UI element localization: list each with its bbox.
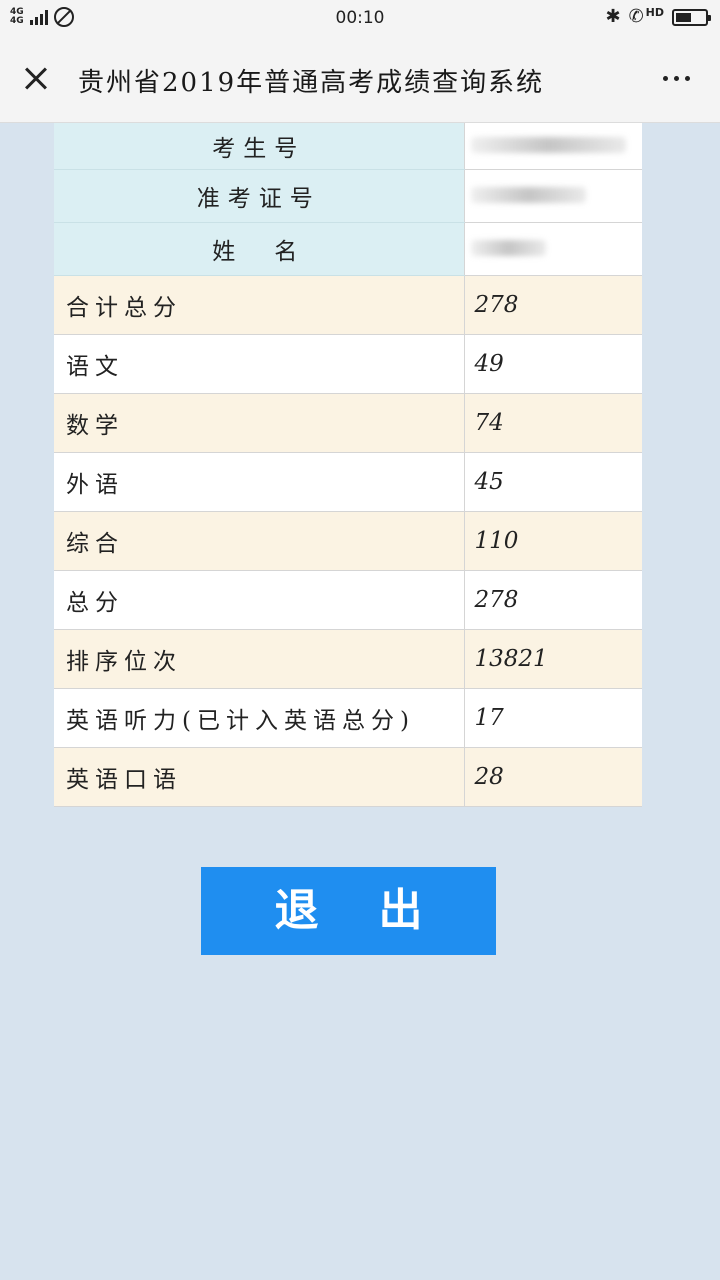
score-row: 英语听力(已计入英语总分) 17 xyxy=(54,688,642,748)
score-value: 49 xyxy=(463,334,642,394)
score-row: 数学 74 xyxy=(54,393,642,453)
score-value: 110 xyxy=(463,511,642,571)
score-table: 考生号 准考证号 姓 名 合计总分 278 语文 49 数学 74 外语 45 … xyxy=(54,123,642,807)
score-label: 语文 xyxy=(54,334,464,394)
score-label: 英语听力(已计入英语总分) xyxy=(54,688,464,748)
score-label: 总分 xyxy=(54,570,464,630)
title-bar: 贵州省2019年普通高考成绩查询系统 xyxy=(0,36,720,123)
score-row: 总分 278 xyxy=(54,570,642,630)
masked-value xyxy=(470,136,626,153)
score-row: 外语 45 xyxy=(54,452,642,512)
score-label: 综合 xyxy=(54,511,464,571)
info-row-admission-number: 准考证号 xyxy=(54,169,642,223)
info-row-candidate-number: 考生号 xyxy=(54,123,642,170)
score-value: 28 xyxy=(463,747,642,807)
candidate-number-label: 考生号 xyxy=(54,123,464,170)
score-row: 合计总分 278 xyxy=(54,275,642,335)
score-value: 278 xyxy=(463,275,642,335)
candidate-number-value xyxy=(463,123,642,170)
score-row: 英语口语 28 xyxy=(54,747,642,807)
admission-number-value xyxy=(463,169,642,223)
info-row-name: 姓 名 xyxy=(54,222,642,276)
call-icon: ✆ xyxy=(628,6,644,27)
score-value: 74 xyxy=(463,393,642,453)
score-value: 17 xyxy=(463,688,642,748)
battery-icon xyxy=(672,8,711,26)
battery-fill xyxy=(676,12,691,22)
score-label: 外语 xyxy=(54,452,464,512)
name-label: 姓 名 xyxy=(54,222,464,276)
score-row: 综合 110 xyxy=(54,511,642,571)
score-label: 数学 xyxy=(54,393,464,453)
status-right: ✱ ✆ HD xyxy=(605,5,711,28)
page-title: 贵州省2019年普通高考成绩查询系统 xyxy=(78,68,545,98)
score-label: 合计总分 xyxy=(54,275,464,335)
score-value: 13821 xyxy=(463,629,642,689)
masked-value xyxy=(470,239,546,256)
exit-button[interactable]: 退出 xyxy=(201,867,496,955)
hd-label: HD xyxy=(645,5,664,19)
name-value xyxy=(463,222,642,276)
score-label: 英语口语 xyxy=(54,747,464,807)
score-label: 排序位次 xyxy=(54,629,464,689)
score-table-body: 考生号 准考证号 姓 名 合计总分 278 语文 49 数学 74 外语 45 … xyxy=(54,123,642,807)
admission-number-label: 准考证号 xyxy=(54,169,464,223)
score-value: 45 xyxy=(463,452,642,512)
masked-value xyxy=(470,186,586,203)
close-icon[interactable] xyxy=(18,61,54,97)
more-options-icon[interactable] xyxy=(663,76,690,81)
bluetooth-icon: ✱ xyxy=(605,6,621,27)
score-row: 排序位次 13821 xyxy=(54,629,642,689)
score-row: 语文 49 xyxy=(54,334,642,394)
score-value: 278 xyxy=(463,570,642,630)
status-bar: 4G 4G 00:10 ✱ ✆ HD xyxy=(0,0,720,36)
